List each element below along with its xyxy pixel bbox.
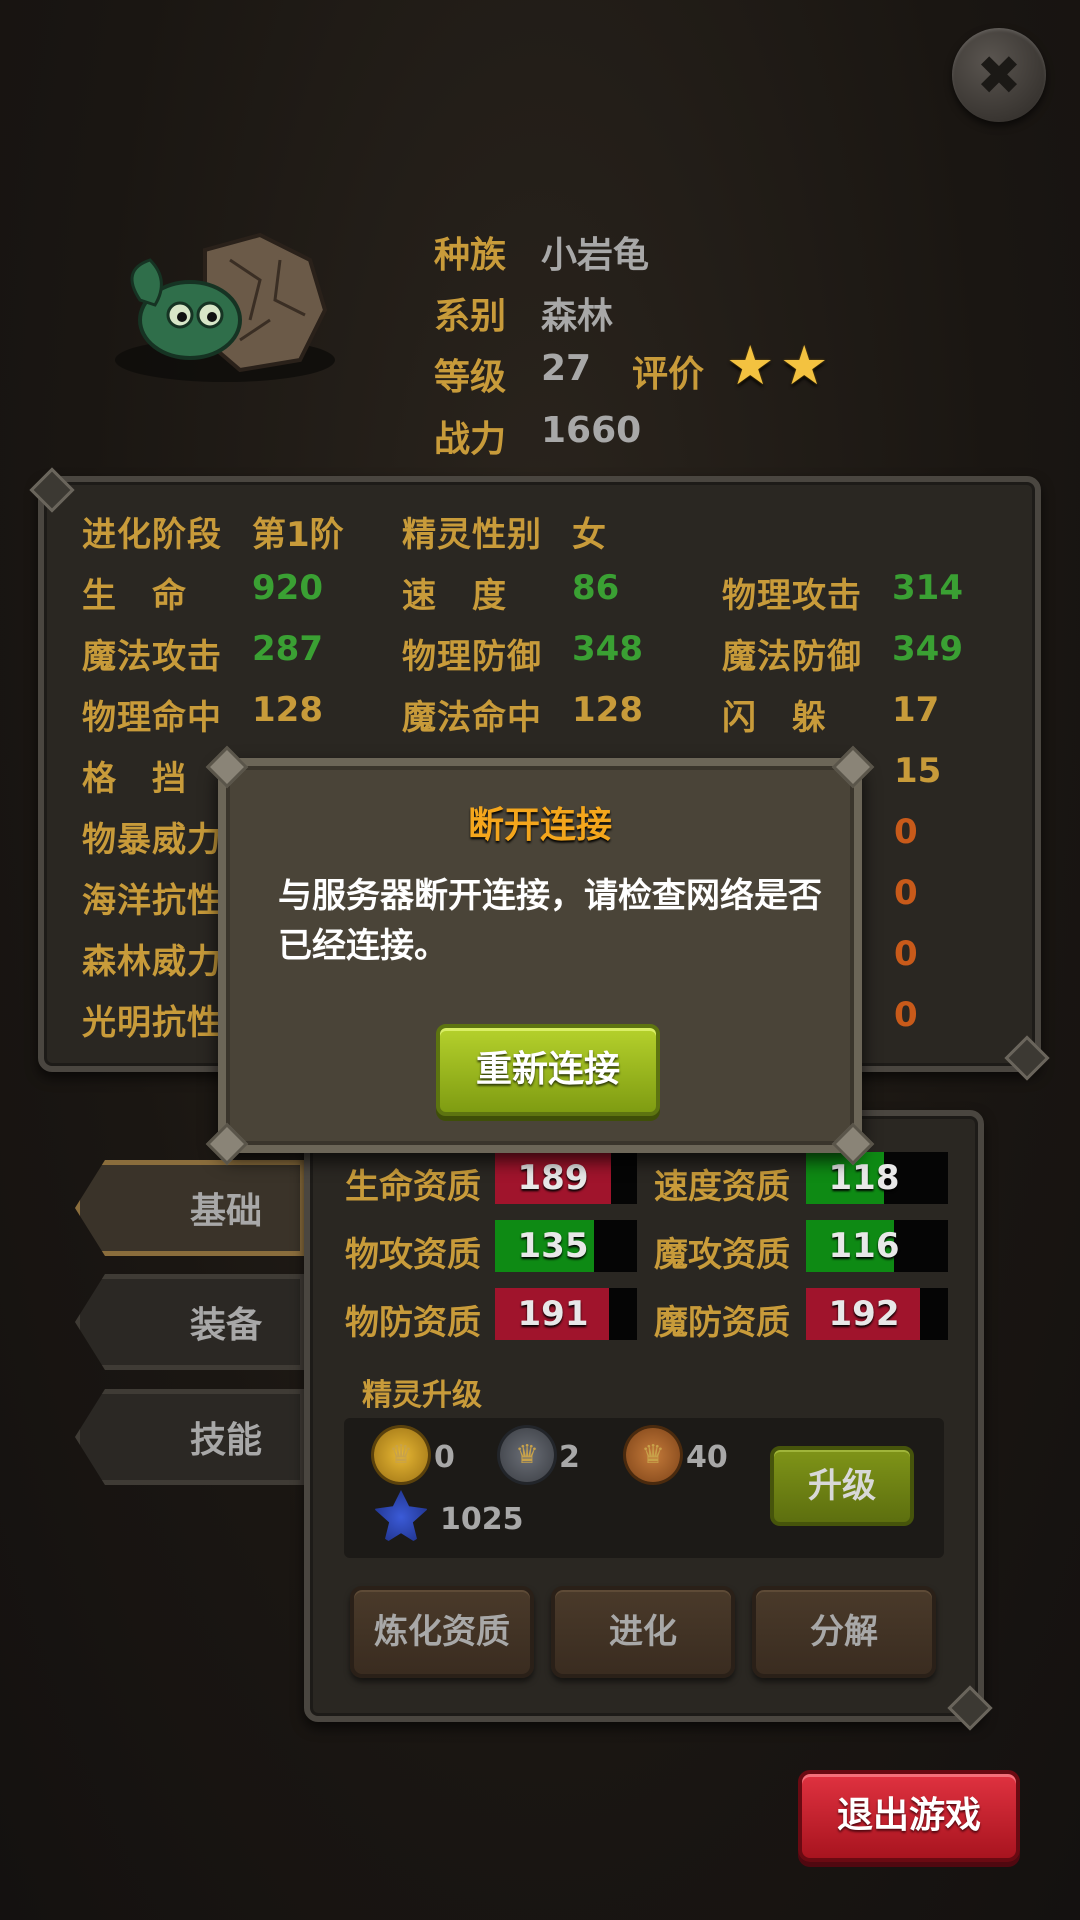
aptitude-label: 魔防资质 [654,1303,790,1343]
evolution-label: 进化阶段 [82,515,222,555]
stat-label: 魔法防御 [722,637,862,677]
evolve-button[interactable]: 进化 [551,1586,735,1678]
element-label: 系别 [434,296,507,337]
aptitude-value: 191 [517,1294,589,1334]
power-value: 1660 [541,410,642,451]
upgrade-title: 精灵升级 [362,1378,482,1413]
element-value: 森林 [541,296,614,337]
stat-value: 0 [894,812,918,852]
exit-game-button[interactable]: 退出游戏 [798,1770,1020,1862]
rock-turtle-icon [115,232,335,382]
stat-label: 魔法命中 [402,698,542,738]
upgrade-button[interactable]: 升级 [770,1446,914,1526]
pet-portrait [110,220,340,390]
aptitude-label: 魔攻资质 [654,1235,790,1275]
tab-label: 装备 [189,1305,262,1346]
tab-label: 基础 [189,1191,262,1232]
power-label: 战力 [434,419,507,460]
stat-label: 物理防御 [402,637,542,677]
stat-value: 128 [252,690,323,730]
reconnect-button[interactable]: 重新连接 [436,1024,660,1116]
aptitude-value: 189 [517,1158,589,1198]
gender-label: 精灵性别 [402,515,542,555]
stat-value: 86 [572,568,620,608]
stat-value: 17 [892,690,940,730]
level-value: 27 [541,348,592,389]
aptitude-label: 物防资质 [345,1303,481,1343]
disconnect-dialog: 断开连接 与服务器断开连接，请检查网络是否已经连接。 重新连接 [205,745,875,1166]
dialog-corner [205,1122,249,1166]
stat-value: 314 [892,568,963,608]
tab-label: 技能 [189,1420,262,1461]
stat-value: 348 [572,629,643,669]
light-resist-label: 光明抗性 [82,1003,222,1043]
aptitude-label: 生命资质 [345,1167,481,1207]
aptitude-bar: 116 [806,1220,948,1272]
dialog-message: 与服务器断开连接，请检查网络是否已经连接。 [278,876,822,966]
race-value: 小岩龟 [541,235,650,276]
close-icon: ✖ [976,43,1022,107]
stat-label: 物理命中 [82,698,222,738]
stat-value: 0 [894,995,918,1035]
stat-value: 920 [252,568,323,608]
race-label: 种族 [434,235,507,276]
aptitude-bar: 118 [806,1152,948,1204]
stat-label: 物理攻击 [722,576,862,616]
star-icon: ★ [726,334,775,397]
stat-value: 349 [892,629,963,669]
forest-power-label: 森林威力 [82,942,222,982]
silver-cost: 2 [559,1440,580,1475]
stat-value: 0 [894,934,918,974]
decompose-button[interactable]: 分解 [752,1586,936,1678]
evolution-value: 第1阶 [252,515,344,555]
bronze-cost: 40 [686,1440,728,1475]
refine-aptitude-button[interactable]: 炼化资质 [350,1586,534,1678]
gender-value: 女 [572,515,606,555]
ocean-resist-label: 海洋抗性 [82,881,222,921]
tab-equipment[interactable]: 装备 [75,1274,305,1370]
stat-label: 速 度 [402,576,507,616]
block-value: 15 [894,751,942,791]
tab-skills[interactable]: 技能 [75,1389,305,1485]
aptitude-label: 物攻资质 [345,1235,481,1275]
stat-value: 0 [894,873,918,913]
aptitude-value: 192 [828,1294,900,1334]
stat-label: 生 命 [82,576,187,616]
star-icon: ★ [780,334,829,397]
stat-value: 287 [252,629,323,669]
bronze-crown-coin-icon: ♛ [626,1428,680,1482]
rating-label: 评价 [632,354,705,395]
crystal-cost: 1025 [440,1502,524,1537]
dialog-title: 断开连接 [467,805,612,846]
aptitude-label: 速度资质 [654,1167,790,1207]
stat-label: 魔法攻击 [82,637,222,677]
stat-value: 128 [572,690,643,730]
stat-label: 闪 躲 [722,698,827,738]
aptitude-bar: 192 [806,1288,948,1340]
aptitude-bar: 135 [495,1220,637,1272]
close-button[interactable]: ✖ [952,28,1046,122]
aptitude-bar: 191 [495,1288,637,1340]
level-label: 等级 [434,357,507,398]
aptitude-value: 118 [828,1158,900,1198]
gold-crown-coin-icon: ♛ [374,1428,428,1482]
tab-basic[interactable]: 基础 [75,1160,305,1256]
block-label: 格 挡 [82,759,187,799]
gold-cost: 0 [434,1440,455,1475]
phys-crit-power-label: 物暴威力 [82,820,222,860]
aptitude-value: 135 [517,1226,589,1266]
aptitude-value: 116 [828,1226,900,1266]
aptitude-bar: 189 [495,1152,637,1204]
silver-crown-coin-icon: ♛ [500,1428,554,1482]
